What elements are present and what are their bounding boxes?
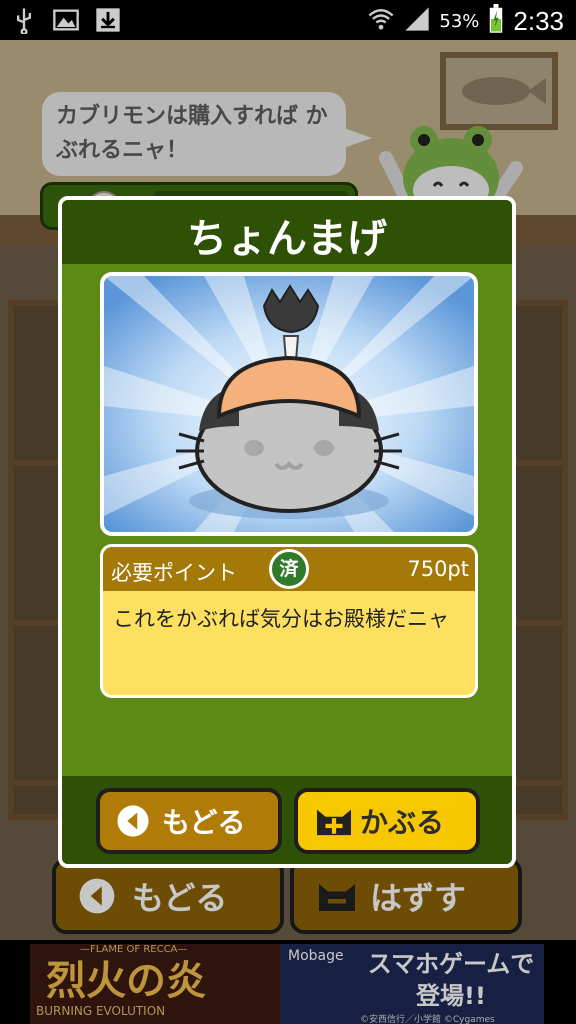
item-detail-dialog: ちょんまげ 必要ポイント 済 750pt これをかぶれば気分はお殿様だニャ もど… — [58, 196, 516, 868]
wear-button[interactable]: かぶる — [294, 788, 480, 854]
item-info-panel: 必要ポイント 済 750pt これをかぶれば気分はお殿様だニャ — [100, 544, 478, 698]
back-arrow-icon — [116, 804, 150, 838]
owned-badge: 済 — [269, 549, 309, 589]
clock: 2:33 — [513, 5, 564, 36]
item-description: これをかぶれば気分はお殿様だニャ — [113, 607, 449, 631]
info-header: 必要ポイント 済 750pt — [103, 547, 475, 591]
item-preview — [100, 272, 478, 536]
status-bar: 53% 2:33 — [0, 0, 576, 40]
battery-charging-icon — [487, 4, 505, 38]
dialog-header: ちょんまげ — [62, 200, 512, 264]
usb-icon — [10, 6, 38, 38]
wifi-icon — [367, 5, 395, 37]
download-icon — [94, 6, 122, 38]
item-title: ちょんまげ — [187, 216, 387, 262]
image-icon — [52, 6, 80, 38]
required-points-label: 必要ポイント — [111, 561, 237, 585]
back-button[interactable]: もどる — [96, 788, 282, 854]
required-points-value: 750pt — [407, 557, 469, 581]
battery-percent: 53% — [439, 10, 480, 32]
signal-icon — [403, 5, 431, 37]
wear-button-label: かぶる — [360, 806, 445, 839]
back-button-label: もどる — [162, 806, 246, 839]
cat-plus-icon — [314, 804, 351, 838]
